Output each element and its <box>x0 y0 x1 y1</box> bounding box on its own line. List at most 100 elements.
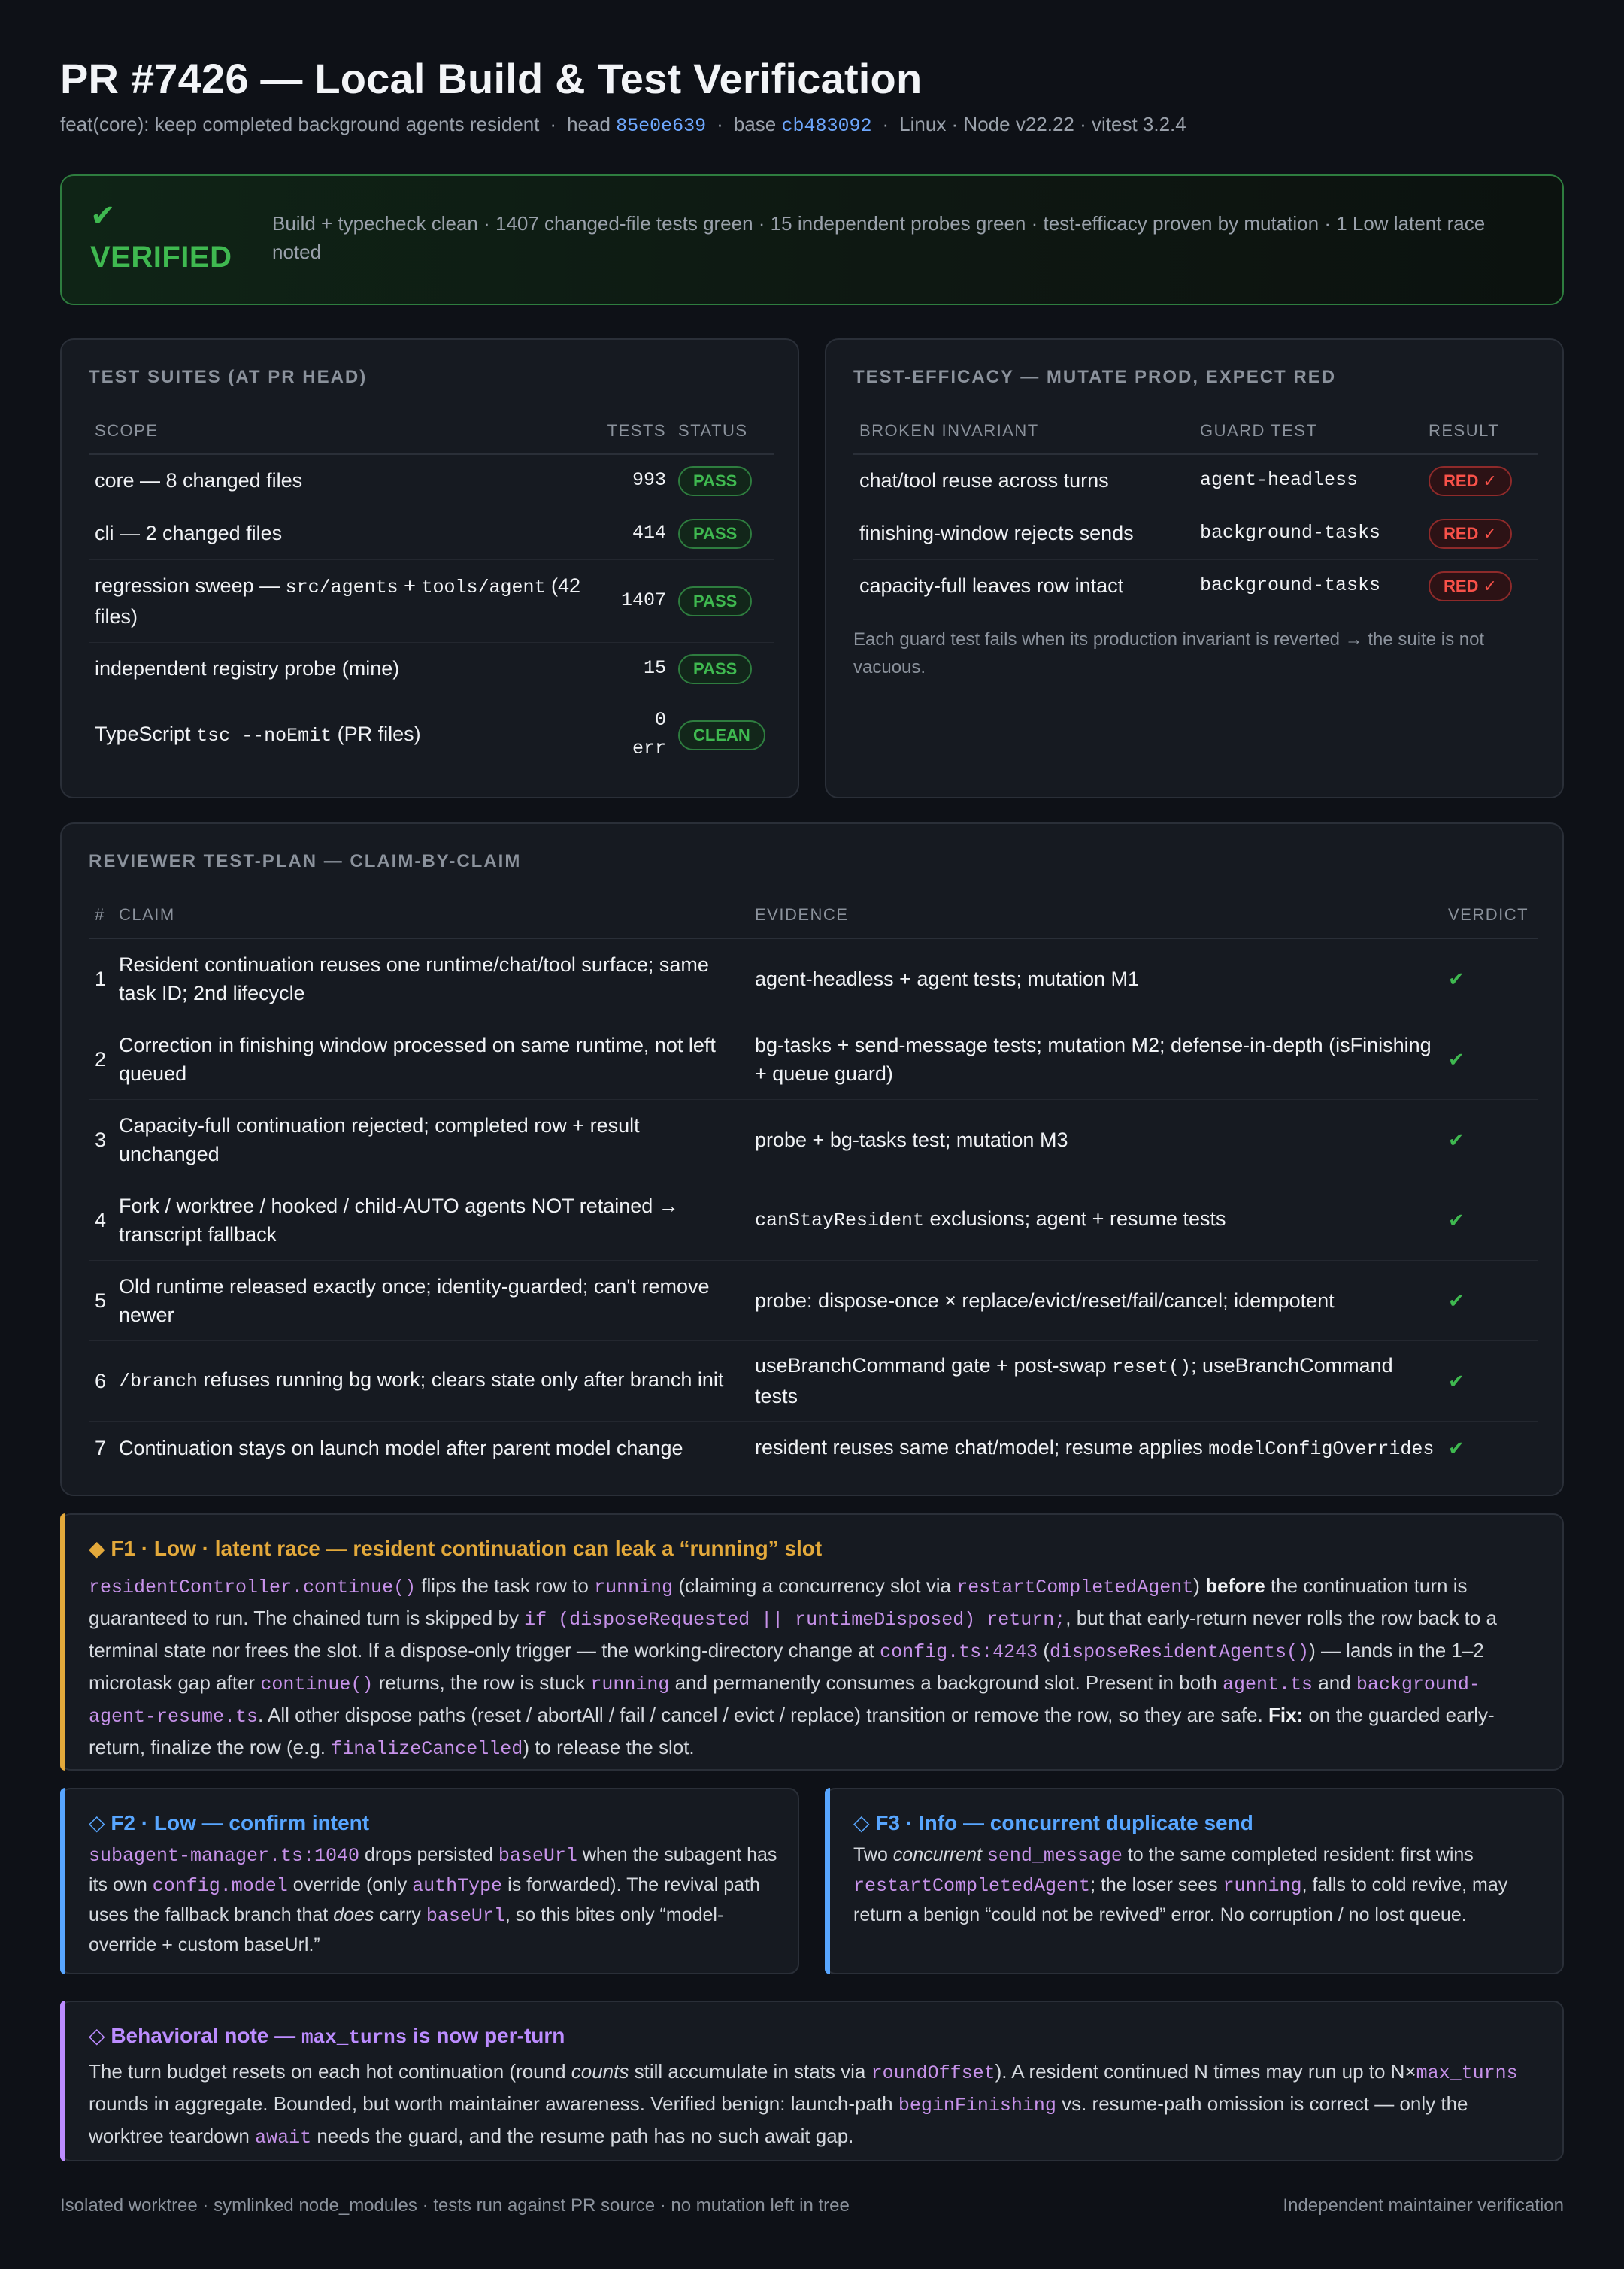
finding-f2-title: ◇ F2 · Low — confirm intent <box>89 1811 370 1834</box>
table-row: capacity-full leaves row intact backgrou… <box>853 559 1538 612</box>
claim-evidence: probe + bg-tasks test; mutation M3 <box>749 1099 1442 1180</box>
test-suites-card: TEST SUITES (AT PR HEAD) SCOPE TESTS STA… <box>60 338 799 798</box>
finding-f2: ◇ F2 · Low — confirm intent subagent-man… <box>60 1788 799 1974</box>
test-suites-table: SCOPE TESTS STATUS core — 8 changed file… <box>89 407 774 774</box>
suite-tests: 414 <box>601 507 673 560</box>
suite-scope: TypeScript tsc --noEmit (PR files) <box>95 722 421 747</box>
behavioral-note-body: The turn budget resets on each hot conti… <box>89 2060 1518 2149</box>
pass-badge: PASS <box>678 518 753 549</box>
footer-note: Isolated worktree · symlinked node_modul… <box>60 2195 850 2216</box>
claim-text: Old runtime released exactly once; ident… <box>113 1260 749 1341</box>
invariant: finishing-window rejects sends <box>853 507 1194 560</box>
suite-scope: independent registry probe (mine) <box>89 642 601 695</box>
suite-scope: regression sweep — src/agents + tools/ag… <box>89 559 601 643</box>
page-subtitle: feat(core): keep completed background ag… <box>60 113 1186 137</box>
claim-evidence: bg-tasks + send-message tests; mutation … <box>749 1019 1442 1100</box>
behavioral-note-title: ◇ Behavioral note — max_turns is now per… <box>89 2024 565 2049</box>
claim-num: 7 <box>95 1437 107 1460</box>
test-suites-title: TEST SUITES (AT PR HEAD) <box>89 367 368 387</box>
claim-text: Capacity-full continuation rejected; com… <box>113 1099 749 1180</box>
col-invariant: BROKEN INVARIANT <box>853 407 1194 455</box>
finding-f1-title: ◆ F1 · Low · latent race — resident cont… <box>89 1537 823 1560</box>
finding-f2-body: subagent-manager.ts:1040 drops persisted… <box>89 1844 777 1955</box>
severity-bar <box>825 1788 830 1974</box>
claim-text: /branch refuses running bg work; clears … <box>113 1340 749 1422</box>
claim-evidence: useBranchCommand gate + post-swap reset(… <box>749 1340 1442 1422</box>
code-command: tsc --noEmit <box>196 724 332 747</box>
verified-status: VERIFIED <box>90 241 232 274</box>
clean-badge: CLEAN <box>678 719 765 750</box>
suite-tests: 993 <box>601 454 673 507</box>
col-evidence: EVIDENCE <box>749 892 1442 939</box>
pass-badge: PASS <box>678 465 753 496</box>
invariant: chat/tool reuse across turns <box>853 454 1194 507</box>
severity-bar <box>60 2001 65 2161</box>
red-badge: RED ✓ <box>1429 571 1512 601</box>
claim-num: 2 <box>89 1019 113 1100</box>
table-row: 1 Resident continuation reuses one runti… <box>89 938 1538 1019</box>
claim-evidence: probe: dispose-once × replace/evict/rese… <box>749 1260 1442 1341</box>
check-icon: ✔ <box>1448 1437 1465 1460</box>
severity-bar <box>60 1788 65 1974</box>
code-identifier: canStayResident <box>755 1210 925 1231</box>
severity-bar <box>60 1513 65 1771</box>
red-badge: RED ✓ <box>1429 465 1512 496</box>
table-row: independent registry probe (mine) 15 PAS… <box>89 642 774 695</box>
footer-attribution: Independent maintainer verification <box>1283 2195 1564 2216</box>
check-icon: ✔ <box>1448 1208 1465 1231</box>
environment-info: Linux · Node v22.22 · vitest 3.2.4 <box>899 113 1186 135</box>
behavioral-note: ◇ Behavioral note — max_turns is now per… <box>60 2001 1564 2161</box>
finding-f3-title: ◇ F3 · Info — concurrent duplicate send <box>853 1811 1253 1834</box>
test-plan-card: REVIEWER TEST-PLAN — CLAIM-BY-CLAIM # CL… <box>60 822 1564 1496</box>
guard-test: background-tasks <box>1200 574 1381 597</box>
test-efficacy-title: TEST-EFFICACY — MUTATE PROD, EXPECT RED <box>853 367 1337 387</box>
suite-scope: cli — 2 changed files <box>89 507 601 560</box>
red-badge: RED ✓ <box>1429 518 1512 549</box>
claim-num: 5 <box>89 1260 113 1341</box>
table-row: 7 Continuation stays on launch model aft… <box>89 1421 1538 1475</box>
head-sha[interactable]: 85e0e639 <box>616 115 706 137</box>
code-path: tools/agent <box>421 576 546 598</box>
check-icon: ✔ <box>90 199 116 232</box>
claim-num: 3 <box>89 1099 113 1180</box>
check-icon: ✔ <box>1448 1369 1465 1392</box>
code-identifier: modelConfigOverrides <box>1208 1437 1435 1460</box>
col-tests: TESTS <box>601 407 673 455</box>
code-path: src/agents <box>285 576 398 598</box>
claim-evidence: agent-headless + agent tests; mutation M… <box>749 938 1442 1019</box>
guard-test: background-tasks <box>1194 507 1423 560</box>
table-row: core — 8 changed files 993 PASS <box>89 454 774 507</box>
test-efficacy-table: BROKEN INVARIANT GUARD TEST RESULT chat/… <box>853 407 1538 612</box>
table-row: 5 Old runtime released exactly once; ide… <box>89 1260 1538 1341</box>
head-label: head <box>567 113 611 135</box>
test-efficacy-card: TEST-EFFICACY — MUTATE PROD, EXPECT RED … <box>825 338 1564 798</box>
table-row: 4 Fork / worktree / hooked / child-AUTO … <box>89 1180 1538 1261</box>
suite-tests: 0 err <box>632 709 667 760</box>
pr-description: feat(core): keep completed background ag… <box>60 113 540 135</box>
verified-banner: ✔ VERIFIED Build + typecheck clean · 140… <box>60 174 1564 305</box>
base-label: base <box>733 113 777 135</box>
table-row: cli — 2 changed files 414 PASS <box>89 507 774 560</box>
test-plan-title: REVIEWER TEST-PLAN — CLAIM-BY-CLAIM <box>89 851 522 871</box>
claim-text: Fork / worktree / hooked / child-AUTO ag… <box>113 1180 749 1261</box>
finding-f1: ◆ F1 · Low · latent race — resident cont… <box>60 1513 1564 1771</box>
suite-scope: core — 8 changed files <box>89 454 601 507</box>
claim-text: Resident continuation reuses one runtime… <box>113 938 749 1019</box>
check-icon: ✔ <box>1448 1047 1465 1071</box>
suite-tests: 15 <box>601 642 673 695</box>
check-icon: ✔ <box>1448 1289 1465 1312</box>
table-row: chat/tool reuse across turns agent-headl… <box>853 454 1538 507</box>
verification-summary: Build + typecheck clean · 1407 changed-f… <box>272 212 1486 263</box>
page-title: PR #7426 — Local Build & Test Verificati… <box>60 55 923 102</box>
claim-evidence: resident reuses same chat/model; resume … <box>755 1435 1435 1460</box>
claim-num: 4 <box>89 1180 113 1261</box>
base-sha[interactable]: cb483092 <box>781 115 871 137</box>
table-row: 2 Correction in finishing window process… <box>89 1019 1538 1100</box>
suite-tests: 1407 <box>601 559 673 643</box>
finding-f3-body: Two concurrent send_message to the same … <box>853 1844 1508 1925</box>
claim-text: Continuation stays on launch model after… <box>119 1437 683 1460</box>
col-num: # <box>89 892 113 939</box>
table-row: finishing-window rejects sends backgroun… <box>853 507 1538 560</box>
col-guard: GUARD TEST <box>1194 407 1423 455</box>
claim-num: 1 <box>89 938 113 1019</box>
